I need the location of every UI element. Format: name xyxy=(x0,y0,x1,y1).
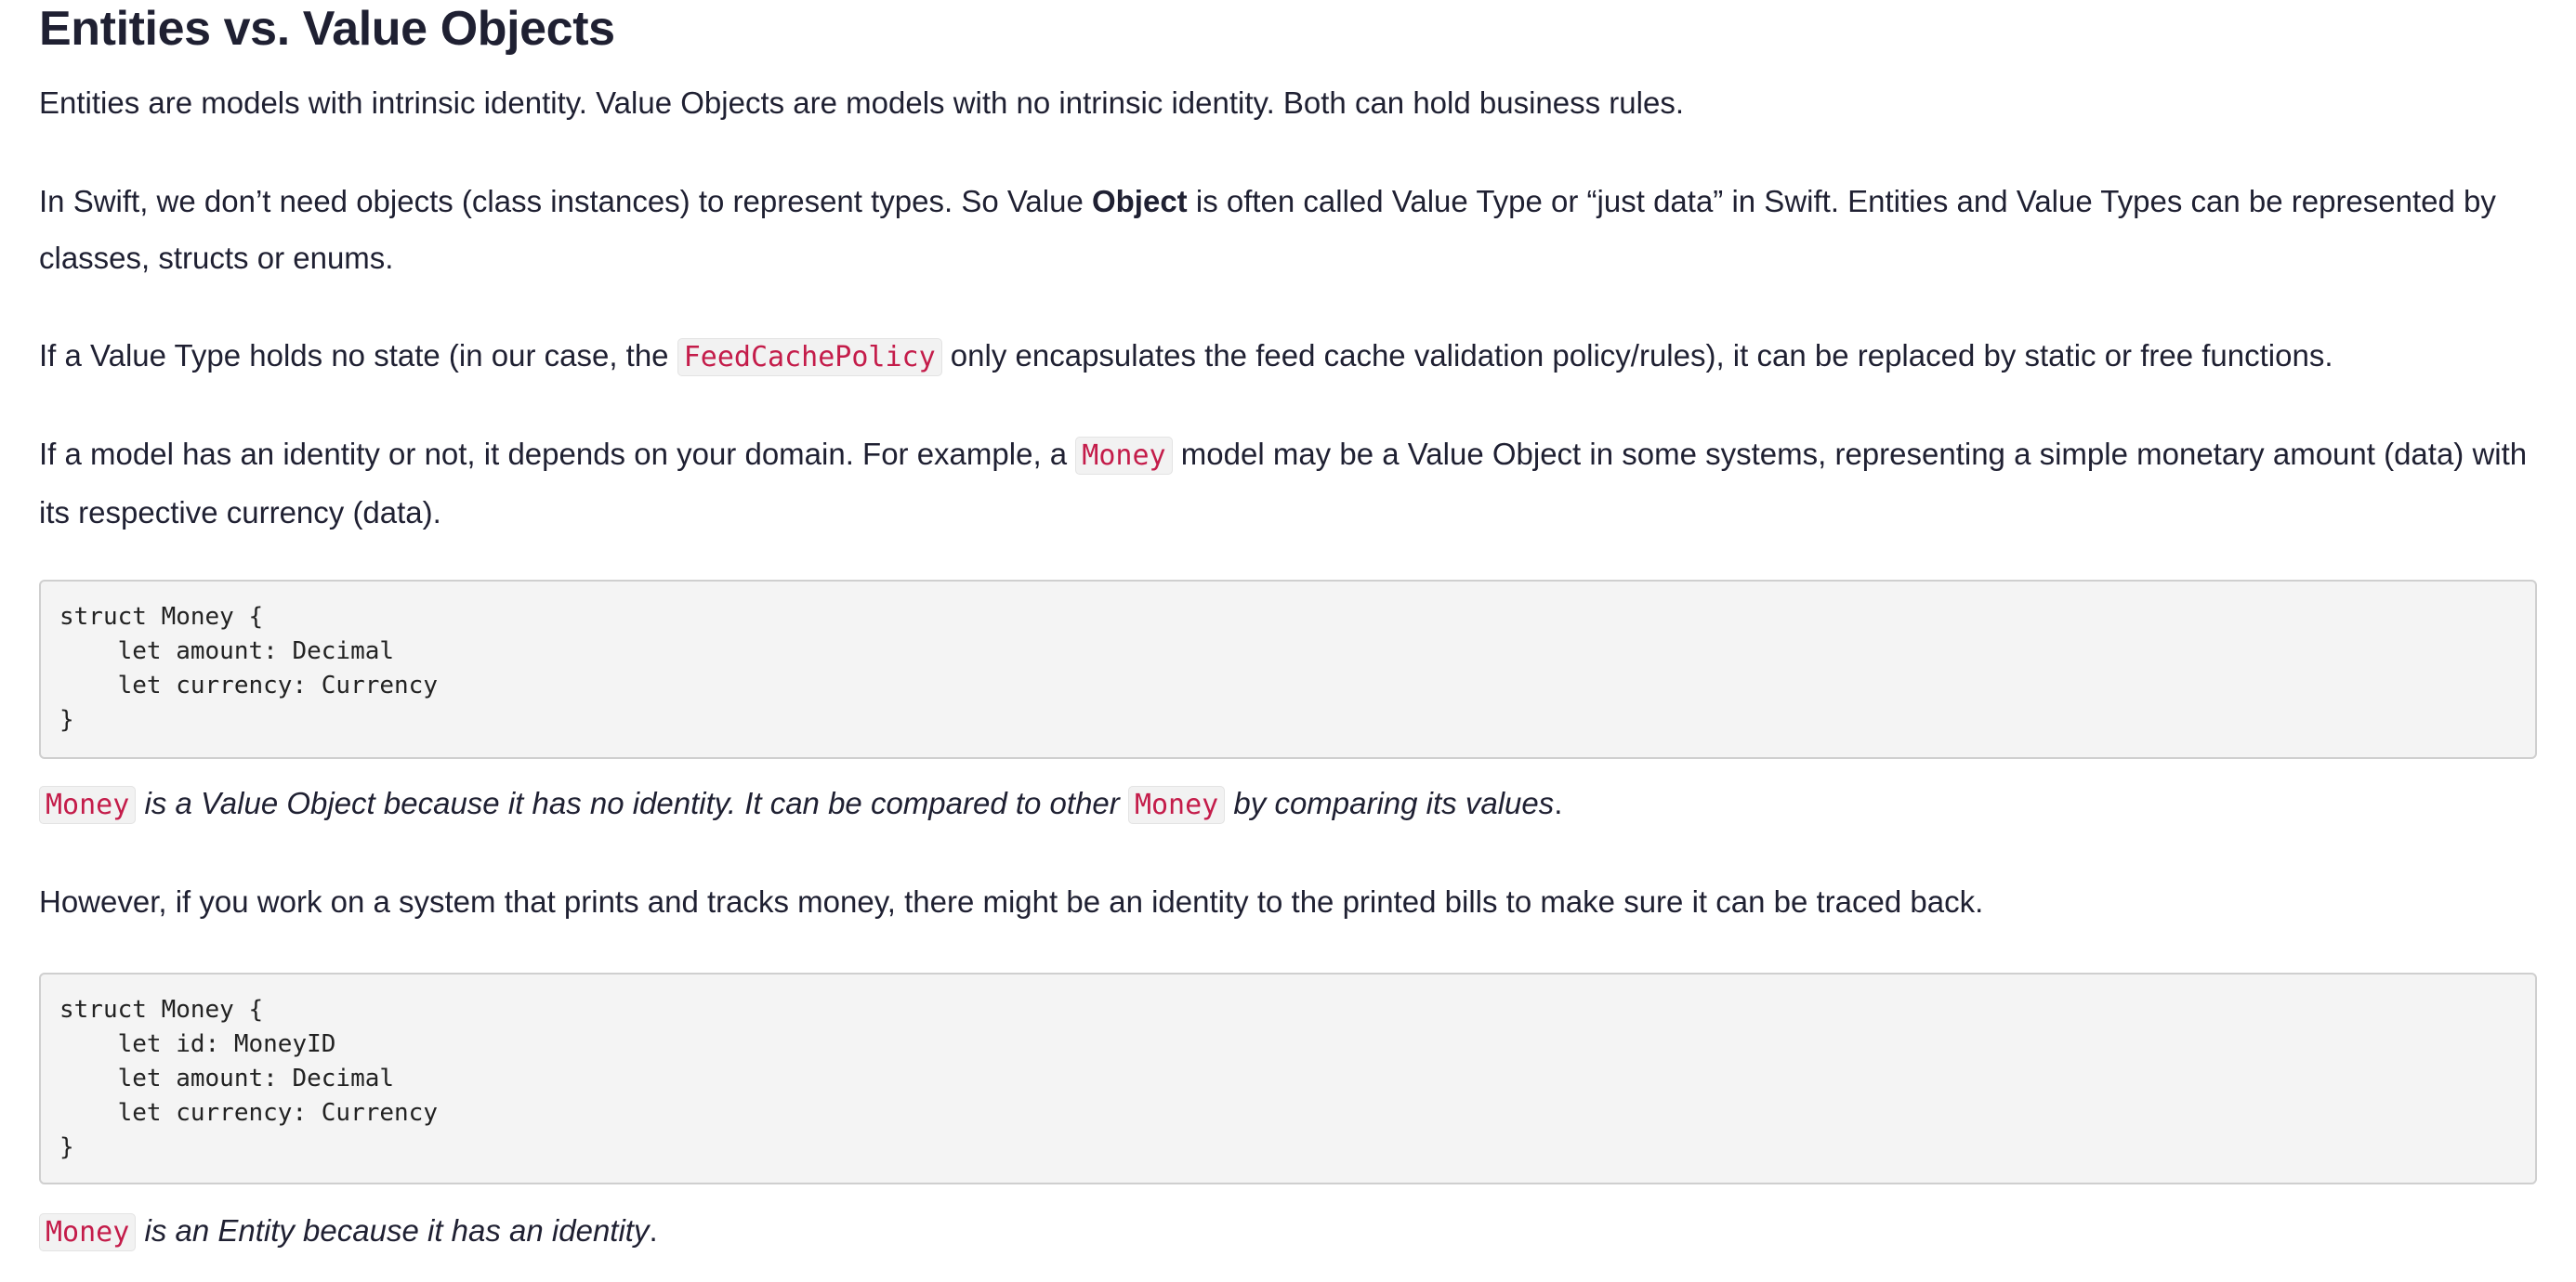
paragraph-value-object-caption: Money is a Value Object because it has n… xyxy=(39,775,2537,833)
section-heading: Entities vs. Value Objects xyxy=(39,2,615,56)
article: Entities vs. Value Objects Entities are … xyxy=(0,0,2576,1282)
paragraph-identity-domain: If a model has an identity or not, it de… xyxy=(39,425,2537,541)
text: . xyxy=(649,1213,658,1248)
code-line: } xyxy=(59,1133,74,1161)
text: In Swift, we don’t need objects (class i… xyxy=(39,184,1092,218)
paragraph-stateless-value-type: If a Value Type holds no state (in our c… xyxy=(39,327,2537,386)
bold-text: Object xyxy=(1091,184,1188,218)
paragraph-tracked-money: However, if you work on a system that pr… xyxy=(39,884,1984,919)
text: If a model has an identity or not, it de… xyxy=(39,437,1076,471)
code-line: let amount: Decimal xyxy=(59,637,395,665)
code-line: let amount: Decimal xyxy=(59,1065,395,1092)
code-block-entity: struct Money { let id: MoneyID let amoun… xyxy=(39,973,2537,1184)
inline-code: FeedCachePolicy xyxy=(677,338,942,376)
text: . xyxy=(1554,786,1563,820)
inline-code: Money xyxy=(39,1213,137,1251)
code-line: } xyxy=(59,706,74,734)
code-line: let currency: Currency xyxy=(59,1099,438,1127)
italic-text: by comparing its values xyxy=(1225,786,1555,820)
italic-text: is a Value Object because it has no iden… xyxy=(136,786,1128,820)
italic-text: is an Entity because it has an identity xyxy=(136,1213,650,1248)
code-line: let id: MoneyID xyxy=(59,1030,336,1058)
code-line: struct Money { xyxy=(59,996,264,1024)
paragraph-entities-definition: Entities are models with intrinsic ident… xyxy=(39,85,1684,120)
code-line: let currency: Currency xyxy=(59,672,438,700)
text: only encapsulates the feed cache validat… xyxy=(941,338,2333,373)
inline-code: Money xyxy=(1075,437,1173,475)
inline-code: Money xyxy=(1127,786,1226,824)
text: If a Value Type holds no state (in our c… xyxy=(39,338,677,373)
inline-code: Money xyxy=(39,786,137,824)
code-block-value-object: struct Money { let amount: Decimal let c… xyxy=(39,580,2537,759)
code-line: struct Money { xyxy=(59,603,264,631)
paragraph-entity-caption: Money is an Entity because it has an ide… xyxy=(39,1202,2537,1261)
paragraph-swift-value-types: In Swift, we don’t need objects (class i… xyxy=(39,173,2537,286)
